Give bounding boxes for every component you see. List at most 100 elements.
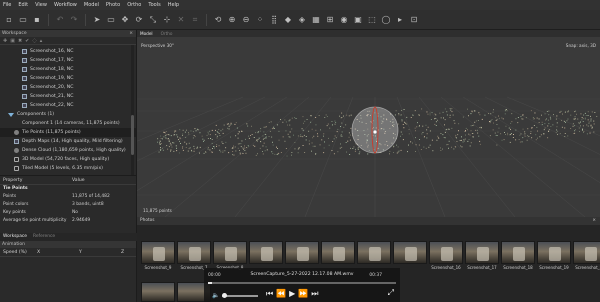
menu-tools[interactable]: Tools xyxy=(148,2,160,8)
new-document-icon[interactable]: ▫ xyxy=(4,15,14,25)
delete-selection-icon[interactable]: ✕ xyxy=(176,15,186,25)
undo-icon[interactable]: ↶ xyxy=(55,15,65,25)
menu-help[interactable]: Help xyxy=(168,2,179,8)
redo-icon[interactable]: ↷ xyxy=(69,15,79,25)
play-icon[interactable]: ▶ xyxy=(289,289,295,299)
close-icon[interactable]: × xyxy=(592,217,596,225)
add-photos-icon[interactable]: ▣ xyxy=(10,38,15,44)
dense-cloud-icon[interactable]: ⣿ xyxy=(269,15,279,25)
tree-item[interactable]: Screenshot_21, NC xyxy=(0,92,136,101)
point-cloud-canvas[interactable] xyxy=(137,37,600,217)
property-row[interactable]: Key points No xyxy=(0,209,136,217)
photo-thumbnail[interactable] xyxy=(141,282,175,302)
property-row[interactable]: Average tie point multiplicity 2.94649 xyxy=(0,217,136,225)
volume-knob[interactable] xyxy=(222,292,228,298)
show-region-icon[interactable]: ⬚ xyxy=(367,15,377,25)
remove-item-icon[interactable]: ✖ xyxy=(18,38,22,44)
show-markers-icon[interactable]: ▣ xyxy=(353,15,363,25)
skip-back-icon[interactable]: ⏮ xyxy=(266,289,273,299)
photo-thumbnail[interactable] xyxy=(249,241,283,271)
menu-edit[interactable]: Edit xyxy=(18,2,28,8)
photo-thumbnail[interactable] xyxy=(321,241,355,271)
show-trackball-icon[interactable]: ◯ xyxy=(381,15,391,25)
tree-item[interactable]: Tie Points (11,875 points) xyxy=(0,128,136,137)
volume-control[interactable]: 🔈 xyxy=(212,292,259,299)
tree-item[interactable]: Screenshot_22, NC xyxy=(0,101,136,110)
property-row[interactable]: Tie Points xyxy=(0,185,136,193)
photo-thumbnail[interactable] xyxy=(357,241,391,271)
capture-icon[interactable]: ⊡ xyxy=(409,15,419,25)
tree-item[interactable]: Component 1 (14 cameras, 11,875 points) xyxy=(0,119,136,128)
tree-item[interactable]: Screenshot_20, NC xyxy=(0,83,136,92)
tree-item[interactable]: Screenshot_18, NC xyxy=(0,65,136,74)
photo-thumbnail[interactable]: Screenshot_17 xyxy=(465,241,499,271)
close-icon[interactable]: × xyxy=(129,30,133,37)
property-row[interactable]: Point colors 3 bands, uint8 xyxy=(0,201,136,209)
save-icon[interactable]: ▪ xyxy=(32,15,42,25)
photo-thumbnail[interactable]: Screenshot_7 xyxy=(177,241,211,271)
workspace-scrollbar[interactable] xyxy=(131,45,134,175)
tab-reference[interactable]: Reference xyxy=(33,233,55,241)
video-progress-bar[interactable] xyxy=(208,282,396,284)
photo-thumbnail[interactable] xyxy=(393,241,427,271)
animation-icon[interactable]: ▸ xyxy=(395,15,405,25)
tree-item[interactable]: Screenshot_19, NC xyxy=(0,74,136,83)
shaded-icon[interactable]: ◈ xyxy=(297,15,307,25)
photo-thumbnail[interactable]: Screenshot_8 xyxy=(213,241,247,271)
reset-view-icon[interactable]: ⟲ xyxy=(213,15,223,25)
trackball-sphere[interactable] xyxy=(351,106,399,154)
tree-item[interactable]: Screenshot_17, NC xyxy=(0,56,136,65)
skip-forward-icon[interactable]: ⏭ xyxy=(311,289,318,299)
textured-icon[interactable]: ▦ xyxy=(311,15,321,25)
tab-model[interactable]: Model xyxy=(140,30,153,37)
photo-thumbnail[interactable]: Screenshot_18 xyxy=(501,241,535,271)
photo-thumbnail[interactable]: Screenshot_9 xyxy=(141,241,175,271)
fast-forward-icon[interactable]: ⏩ xyxy=(298,289,308,299)
photo-thumbnail[interactable]: Screenshot_20 xyxy=(573,241,600,271)
crop-selection-icon[interactable]: ⌗ xyxy=(190,15,200,25)
model-view-icon[interactable]: ◆ xyxy=(283,15,293,25)
resize-region-icon[interactable]: ⤡ xyxy=(148,15,158,25)
menu-view[interactable]: View xyxy=(35,2,47,8)
photo-thumbnail[interactable] xyxy=(285,241,319,271)
show-points-icon[interactable]: ⁘ xyxy=(255,15,265,25)
enable-icon[interactable]: ✔ xyxy=(25,38,29,44)
move-icon[interactable]: ✥ xyxy=(120,15,130,25)
menu-file[interactable]: File xyxy=(3,2,11,8)
add-chunk-icon[interactable]: ✚ xyxy=(3,38,7,44)
zoom-out-icon[interactable]: ⊖ xyxy=(241,15,251,25)
ruler-icon[interactable]: ⊹ xyxy=(162,15,172,25)
tree-item[interactable]: Depth Maps (14, High quality, Mild filte… xyxy=(0,137,136,146)
tree-item[interactable]: 3D Model (54,720 faces, High quality) xyxy=(0,155,136,164)
fullscreen-icon[interactable]: ⤢ xyxy=(388,288,394,298)
tree-item[interactable]: Components (1) xyxy=(0,110,136,119)
tab-ortho[interactable]: Ortho xyxy=(161,30,173,37)
volume-slider[interactable] xyxy=(222,292,259,298)
tree-item[interactable]: Screenshot_16, NC xyxy=(0,47,136,56)
rewind-icon[interactable]: ⏪ xyxy=(276,289,286,299)
photo-thumbnail[interactable]: Screenshot_16 xyxy=(429,241,463,271)
tree-item[interactable]: Dense Cloud (1,180,659 points, High qual… xyxy=(0,146,136,155)
property-row[interactable]: Points 11,875 of 14,482 xyxy=(0,193,136,201)
menu-model[interactable]: Model xyxy=(84,2,99,8)
menu-ortho[interactable]: Ortho xyxy=(127,2,141,8)
tie-point xyxy=(549,116,551,118)
select-cursor-icon[interactable]: ➤ xyxy=(92,15,102,25)
zoom-in-icon[interactable]: ⊕ xyxy=(227,15,237,25)
collapse-icon[interactable]: ▴ xyxy=(40,38,43,44)
show-cameras-icon[interactable]: ◉ xyxy=(339,15,349,25)
navigation-trackball[interactable] xyxy=(351,106,399,154)
rotate-icon[interactable]: ⟳ xyxy=(134,15,144,25)
tree-item[interactable]: Tiled Model (5 levels, 6.35 mm/pix) xyxy=(0,164,136,173)
tiled-icon[interactable]: ⊞ xyxy=(325,15,335,25)
tab-workspace[interactable]: Workspace xyxy=(3,233,27,241)
disable-icon[interactable]: ◌ xyxy=(32,38,36,44)
scrollbar-thumb[interactable] xyxy=(131,115,134,155)
photo-thumbnail[interactable]: Screenshot_19 xyxy=(537,241,571,271)
open-folder-icon[interactable]: ▭ xyxy=(18,15,28,25)
menu-workflow[interactable]: Workflow xyxy=(54,2,77,8)
menu-photo[interactable]: Photo xyxy=(106,2,120,8)
volume-icon[interactable]: 🔈 xyxy=(212,292,219,299)
rect-selection-icon[interactable]: ▭ xyxy=(106,15,116,25)
model-viewport[interactable]: Perspective 30° Snap: axis, 3D 11,875 po… xyxy=(137,37,600,217)
